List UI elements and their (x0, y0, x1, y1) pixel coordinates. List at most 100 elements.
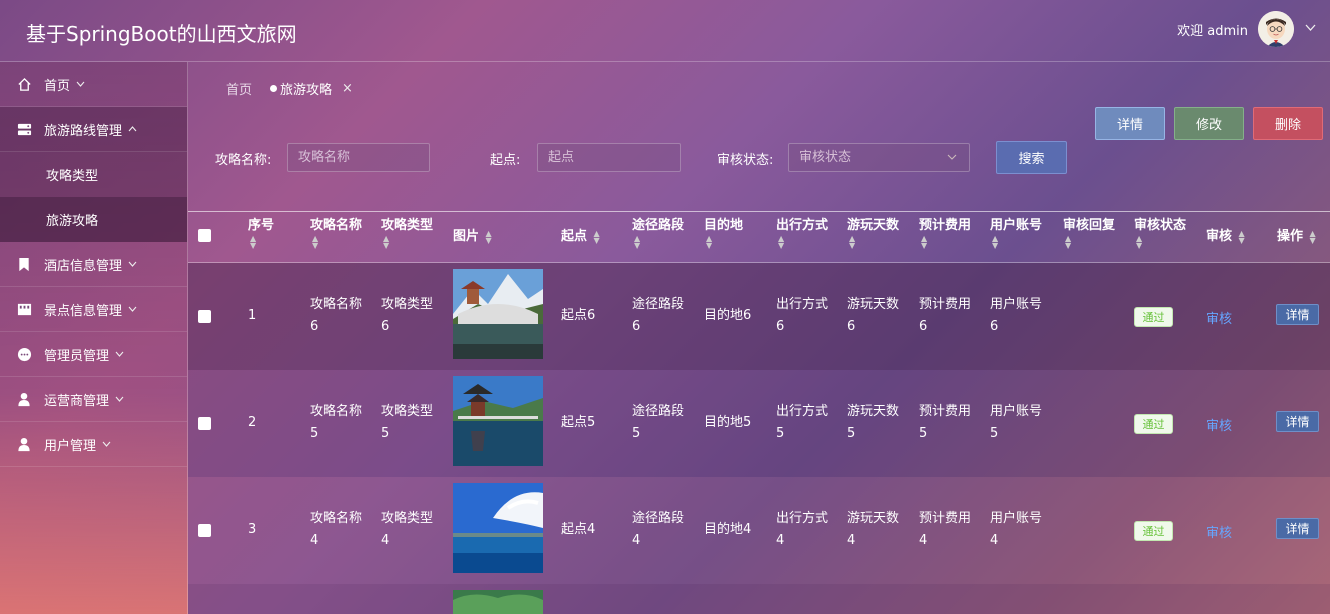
cell-days: 游玩天数 5 (847, 404, 900, 441)
table-header: 序号 ▲ ▼ 攻略名称 ▲ ▼ 攻略类型 ▲ ▼ 图片 ▲ ▼ 起点 ▲ ▼ 途径路段 ▲ ▼ 目的… (188, 212, 1330, 263)
active-dot-icon (270, 85, 278, 92)
row-detail-button[interactable]: 详情 (1276, 518, 1319, 539)
sort-icon[interactable]: ▲ ▼ (1310, 229, 1316, 244)
col-days[interactable]: 游玩天数 ▲ ▼ (847, 218, 899, 250)
cell-travel-mode: 出行方式 6 (776, 297, 829, 334)
table-row[interactable] (188, 584, 1330, 614)
cell-account: 用户账号 4 (990, 511, 1043, 548)
row-checkbox[interactable] (198, 417, 211, 430)
avatar[interactable] (1258, 11, 1294, 47)
sort-icon[interactable]: ▲ ▼ (849, 234, 855, 249)
sort-icon[interactable]: ▲ ▼ (1065, 234, 1071, 249)
chevron-down-icon (115, 349, 124, 360)
sort-icon[interactable]: ▲ ▼ (594, 229, 600, 244)
chevron-down-icon (128, 259, 137, 270)
sidebar-item-home[interactable]: 首页 (0, 62, 187, 107)
sidebar-item-label: 运营商管理 (44, 393, 110, 409)
chevron-down-icon (128, 304, 137, 315)
sort-icon[interactable]: ▲ ▼ (921, 234, 927, 249)
cell-guide-type: 攻略类型 4 (381, 511, 434, 548)
sort-icon[interactable]: ▲ ▼ (1136, 234, 1142, 249)
tab-label: 旅游攻略 (280, 83, 333, 98)
row-checkbox[interactable] (198, 310, 211, 323)
sidebar-item-route-management[interactable]: 旅游路线管理 (0, 107, 187, 152)
col-cost[interactable]: 预计费用 ▲ ▼ (919, 218, 971, 250)
sort-icon[interactable]: ▲ ▼ (486, 229, 492, 244)
col-route[interactable]: 途径路段 ▲ ▼ (632, 218, 684, 250)
guide-name-label: 攻略名称: (215, 153, 272, 168)
sidebar-item-user-management[interactable]: 用户管理 (0, 422, 187, 467)
row-detail-button[interactable]: 详情 (1276, 411, 1319, 432)
sidebar-subitem-guide-type[interactable]: 攻略类型 (0, 152, 187, 197)
cell-guide-name: 攻略名称 5 (310, 404, 363, 441)
select-all-checkbox[interactable] (198, 229, 211, 242)
col-index[interactable]: 序号 ▲ ▼ (248, 218, 274, 250)
col-destination[interactable]: 目的地 ▲ ▼ (704, 218, 743, 250)
col-account[interactable]: 用户账号 ▲ ▼ (990, 218, 1042, 250)
sort-icon[interactable]: ▲ ▼ (250, 234, 256, 249)
chevron-down-icon[interactable] (1305, 22, 1316, 35)
cell-index: 2 (248, 415, 257, 430)
table-row[interactable]: 1 攻略名称 6 攻略类型 6 起点6 途径路段 6 目的地6 出行方式 6 游玩天数 6… (188, 263, 1330, 370)
audit-link[interactable]: 审核 (1206, 415, 1232, 434)
user-icon (16, 391, 32, 407)
delete-button[interactable]: 删除 (1253, 107, 1323, 140)
col-status[interactable]: 审核状态 ▲ ▼ (1134, 218, 1186, 250)
col-reply[interactable]: 审核回复 ▲ ▼ (1063, 218, 1115, 250)
guide-image[interactable] (453, 269, 543, 359)
cell-index: 3 (248, 522, 257, 537)
sidebar-item-operator-management[interactable]: 运营商管理 (0, 377, 187, 422)
cell-destination: 目的地6 (704, 308, 752, 323)
sidebar-item-label: 旅游路线管理 (44, 123, 123, 139)
guide-image[interactable] (453, 376, 543, 466)
chevron-down-icon (115, 394, 124, 405)
tab-home[interactable]: 首页 (226, 79, 252, 98)
col-operation[interactable]: 操作 ▲ ▼ (1277, 229, 1316, 245)
edit-button[interactable]: 修改 (1174, 107, 1244, 140)
sidebar-item-scenic-management[interactable]: 景点信息管理 (0, 287, 187, 332)
sort-icon[interactable]: ▲ ▼ (383, 234, 389, 249)
sort-icon[interactable]: ▲ ▼ (778, 234, 784, 249)
table-row[interactable]: 3 攻略名称 4 攻略类型 4 起点4 途径路段 4 目的地4 出行方式 4 游玩天数 4… (188, 477, 1330, 584)
col-audit[interactable]: 审核 ▲ ▼ (1206, 229, 1245, 245)
sort-icon[interactable]: ▲ ▼ (1239, 229, 1245, 244)
sidebar-item-label: 管理员管理 (44, 348, 110, 364)
cell-travel-mode: 出行方式 5 (776, 404, 829, 441)
guide-image[interactable] (453, 590, 543, 614)
detail-button[interactable]: 详情 (1095, 107, 1165, 140)
sidebar-subitem-travel-guide[interactable]: 旅游攻略 (0, 197, 187, 242)
audit-link[interactable]: 审核 (1206, 308, 1232, 327)
cell-cost: 预计费用 4 (919, 511, 972, 548)
cell-route: 途径路段 5 (632, 404, 685, 441)
sort-icon[interactable]: ▲ ▼ (992, 234, 998, 249)
cell-guide-name: 攻略名称 6 (310, 297, 363, 334)
start-input[interactable]: 起点 (537, 143, 681, 172)
status-select[interactable]: 审核状态 (788, 143, 970, 172)
close-icon[interactable]: × (342, 81, 353, 96)
cell-route: 途径路段 6 (632, 297, 685, 334)
row-checkbox[interactable] (198, 524, 211, 537)
col-start[interactable]: 起点 ▲ ▼ (561, 229, 600, 245)
home-icon (16, 76, 32, 92)
audit-link[interactable]: 审核 (1206, 522, 1232, 541)
status-label: 审核状态: (717, 153, 774, 168)
sort-icon[interactable]: ▲ ▼ (312, 234, 318, 249)
col-image[interactable]: 图片 ▲ ▼ (453, 229, 492, 245)
sidebar-item-admin-management[interactable]: 管理员管理 (0, 332, 187, 377)
top-bar: 基于SpringBoot的山西文旅网 欢迎 admin (0, 0, 1330, 62)
status-badge: 通过 (1134, 414, 1173, 434)
sort-icon[interactable]: ▲ ▼ (634, 234, 640, 249)
guide-name-input[interactable]: 攻略名称 (287, 143, 430, 172)
col-guide-type[interactable]: 攻略类型 ▲ ▼ (381, 218, 433, 250)
guide-image[interactable] (453, 483, 543, 573)
tab-travel-guide[interactable]: 旅游攻略 × (270, 79, 353, 98)
table-row[interactable]: 2 攻略名称 5 攻略类型 5 起点5 途径路段 5 目的地5 出行方式 5 游玩天数 5… (188, 370, 1330, 477)
sidebar-item-hotel-management[interactable]: 酒店信息管理 (0, 242, 187, 287)
bookmark-icon (16, 256, 32, 272)
row-detail-button[interactable]: 详情 (1276, 304, 1319, 325)
col-guide-name[interactable]: 攻略名称 ▲ ▼ (310, 218, 362, 250)
col-travel-mode[interactable]: 出行方式 ▲ ▼ (776, 218, 828, 250)
search-button[interactable]: 搜索 (996, 141, 1067, 174)
sort-icon[interactable]: ▲ ▼ (706, 234, 712, 249)
status-select-value: 审核状态 (799, 150, 852, 165)
